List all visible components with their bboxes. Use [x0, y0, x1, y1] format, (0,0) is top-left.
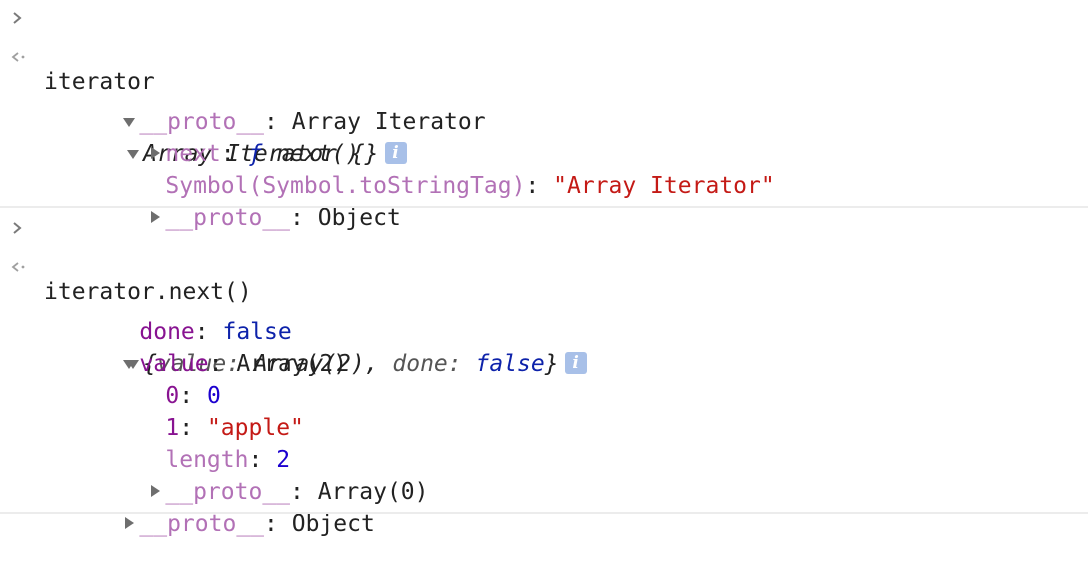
result-arrow-icon [11, 52, 25, 62]
tree-row-length[interactable]: length: 2 [92, 412, 290, 473]
property-key: __proto__ [165, 205, 291, 231]
console-result-line[interactable]: Array Iterator {} i [0, 42, 407, 167]
devtools-console: iterator Array Iterator {} i __proto__: A… [0, 0, 1088, 537]
property-value: "Array Iterator" [553, 173, 775, 199]
property-value: Object [317, 205, 401, 231]
tree-row-next[interactable]: next: ƒ next() [92, 106, 359, 167]
console-input-line[interactable]: iterator.next() [0, 212, 252, 305]
property-key: __proto__ [139, 511, 265, 537]
info-icon[interactable]: i [564, 351, 587, 374]
console-input-line[interactable]: iterator [0, 2, 155, 95]
console-result-line[interactable]: {value: Array(2), done: false} i [0, 252, 587, 377]
summary-key: done [392, 351, 448, 377]
tree-row-proto[interactable]: __proto__: Array Iterator [66, 74, 486, 135]
summary-value: false [475, 351, 545, 377]
tree-row-done[interactable]: done: false [66, 284, 291, 345]
tree-row-symbol[interactable]: Symbol(Symbol.toStringTag): "Array Itera… [92, 138, 774, 199]
entry-divider [0, 512, 1088, 514]
prompt-chevron-icon [13, 12, 22, 24]
entry-divider [0, 206, 1088, 208]
tree-row-proto-object[interactable]: __proto__: Object [92, 170, 401, 231]
property-value: Object [291, 511, 375, 537]
tree-row-index-1[interactable]: 1: "apple" [92, 380, 304, 441]
tree-row-value[interactable]: value: Array(2) [66, 316, 347, 377]
result-arrow-icon [11, 262, 25, 272]
property-value: Array(2) [236, 351, 348, 377]
tree-row-array-proto[interactable]: __proto__: Array(0) [92, 444, 429, 505]
summary-brace: } [544, 351, 559, 377]
tree-row-object-proto[interactable]: __proto__: Object [66, 476, 375, 537]
tree-row-index-0[interactable]: 0: 0 [92, 348, 220, 409]
prompt-chevron-icon [13, 222, 22, 234]
